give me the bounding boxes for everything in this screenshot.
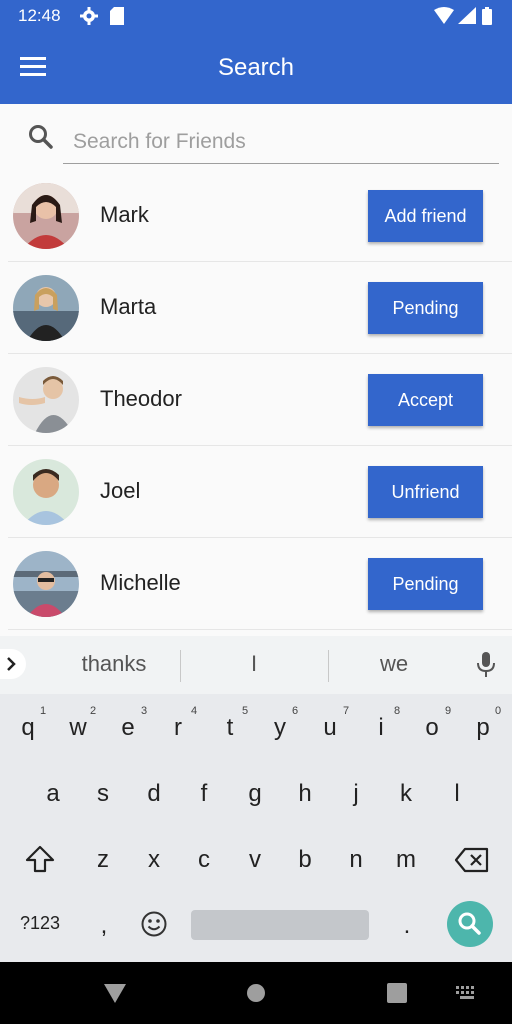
- key-hint: 8: [394, 705, 401, 717]
- backspace-icon[interactable]: [448, 846, 496, 881]
- signal-icon: [458, 7, 476, 29]
- shift-icon[interactable]: [16, 844, 64, 881]
- search-input[interactable]: [63, 120, 499, 164]
- key-hint: 0: [495, 705, 502, 717]
- key-e[interactable]: e: [104, 714, 152, 742]
- pending-button[interactable]: Pending: [368, 558, 483, 610]
- page-title: Search: [217, 54, 295, 81]
- key-hint: 1: [40, 705, 47, 717]
- key-n[interactable]: n: [332, 846, 380, 874]
- avatar: [13, 183, 79, 249]
- key-k[interactable]: k: [382, 780, 430, 808]
- key-u[interactable]: u: [306, 714, 354, 742]
- settings-icon: [80, 7, 98, 30]
- keyboard-icon[interactable]: [456, 986, 478, 1005]
- suggestion-item[interactable]: thanks: [54, 651, 174, 677]
- key-r[interactable]: r: [154, 714, 202, 742]
- friend-row: Mark Add friend: [8, 170, 512, 262]
- key-w[interactable]: w: [54, 714, 102, 742]
- key-v[interactable]: v: [231, 846, 279, 874]
- period-key[interactable]: .: [383, 912, 431, 940]
- key-hint: 9: [445, 705, 452, 717]
- friend-name: Mark: [100, 202, 149, 227]
- recents-icon[interactable]: [387, 983, 407, 1008]
- chevron-right-icon[interactable]: [0, 649, 26, 679]
- search-icon: [28, 124, 54, 155]
- key-q[interactable]: q: [4, 714, 52, 742]
- add-friend-button[interactable]: Add friend: [368, 190, 483, 242]
- friend-name: Michelle: [100, 570, 181, 595]
- unfriend-button[interactable]: Unfriend: [368, 466, 483, 518]
- pending-button[interactable]: Pending: [368, 282, 483, 334]
- wifi-icon: [434, 7, 454, 29]
- key-s[interactable]: s: [79, 780, 127, 808]
- key-g[interactable]: g: [231, 780, 279, 808]
- avatar: [13, 275, 79, 341]
- friend-row: Marta Pending: [8, 262, 512, 354]
- key-p[interactable]: p: [459, 714, 507, 742]
- friend-row: Joel Unfriend: [8, 446, 512, 538]
- emoji-icon[interactable]: [130, 910, 178, 945]
- status-time: 12:48: [18, 6, 61, 25]
- back-icon[interactable]: [104, 984, 126, 1008]
- suggestion-item[interactable]: we: [334, 651, 454, 677]
- key-hint: 6: [292, 705, 299, 717]
- divider: [328, 650, 329, 682]
- friend-name: Marta: [100, 294, 157, 319]
- key-x[interactable]: x: [130, 846, 178, 874]
- search-icon: [458, 912, 481, 935]
- space-bar[interactable]: [191, 910, 369, 940]
- avatar: [13, 551, 79, 617]
- sd-card-icon: [110, 7, 124, 30]
- divider: [180, 650, 181, 682]
- keyboard: thanks I we q w e r t y u i o p 1 2 3 4 …: [0, 636, 512, 962]
- key-a[interactable]: a: [29, 780, 77, 808]
- accept-button[interactable]: Accept: [368, 374, 483, 426]
- key-f[interactable]: f: [180, 780, 228, 808]
- key-hint: 3: [141, 705, 148, 717]
- key-d[interactable]: d: [130, 780, 178, 808]
- key-c[interactable]: c: [180, 846, 228, 874]
- search-key[interactable]: [447, 901, 493, 947]
- key-i[interactable]: i: [357, 714, 405, 742]
- key-y[interactable]: y: [256, 714, 304, 742]
- friend-row: Theodor Accept: [8, 354, 512, 446]
- key-z[interactable]: z: [79, 846, 127, 874]
- key-h[interactable]: h: [281, 780, 329, 808]
- friend-name: Theodor: [100, 386, 182, 411]
- status-bar: 12:48: [0, 0, 512, 32]
- comma-key[interactable]: ,: [80, 912, 128, 940]
- app-bar: Search: [0, 32, 512, 104]
- suggestion-strip: thanks I we: [0, 636, 512, 694]
- search-bar: [0, 104, 512, 176]
- navigation-bar: [0, 962, 512, 1024]
- home-icon[interactable]: [246, 983, 266, 1008]
- key-hint: 7: [343, 705, 350, 717]
- key-o[interactable]: o: [408, 714, 456, 742]
- key-t[interactable]: t: [206, 714, 254, 742]
- avatar: [13, 367, 79, 433]
- key-m[interactable]: m: [382, 846, 430, 874]
- key-l[interactable]: l: [433, 780, 481, 808]
- suggestion-item[interactable]: I: [194, 651, 314, 677]
- symbols-key[interactable]: ?123: [16, 913, 64, 934]
- avatar: [13, 459, 79, 525]
- key-j[interactable]: j: [332, 780, 380, 808]
- key-hint: 2: [90, 705, 97, 717]
- key-b[interactable]: b: [281, 846, 329, 874]
- key-hint: 5: [242, 705, 249, 717]
- friend-name: Joel: [100, 478, 141, 503]
- key-hint: 4: [191, 705, 198, 717]
- microphone-icon[interactable]: [476, 652, 496, 683]
- battery-icon: [482, 7, 492, 30]
- friend-row: Michelle Pending: [8, 538, 512, 630]
